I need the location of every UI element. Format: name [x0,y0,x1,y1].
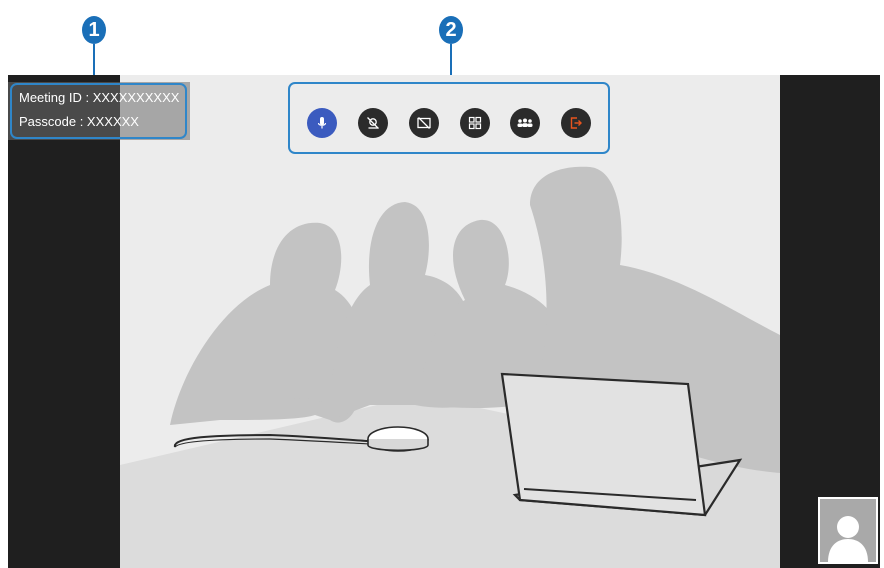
participants-button[interactable] [510,108,540,138]
camera-off-icon [367,117,379,129]
passcode-text: Passcode : XXXXXX [19,114,139,129]
participants-icon [517,118,533,127]
user-avatar-icon [820,499,876,562]
callout-2-label: 2 [439,16,463,44]
layout-button[interactable] [460,108,490,138]
camera-off-button[interactable] [358,108,388,138]
meeting-id-text: Meeting ID : XXXXXXXXXX [19,90,180,105]
microphone-icon [317,117,327,129]
self-view-thumbnail[interactable] [818,497,878,564]
callout-marker-2: 2 [439,16,465,46]
callout-marker-1: 1 [82,16,108,46]
screen-share-off-icon [417,117,431,129]
leave-icon [570,117,582,129]
leave-button[interactable] [561,108,591,138]
callout-1-label: 1 [82,16,106,44]
microphone-button[interactable] [307,108,337,138]
screen-share-off-button[interactable] [409,108,439,138]
grid-layout-icon [468,116,482,130]
